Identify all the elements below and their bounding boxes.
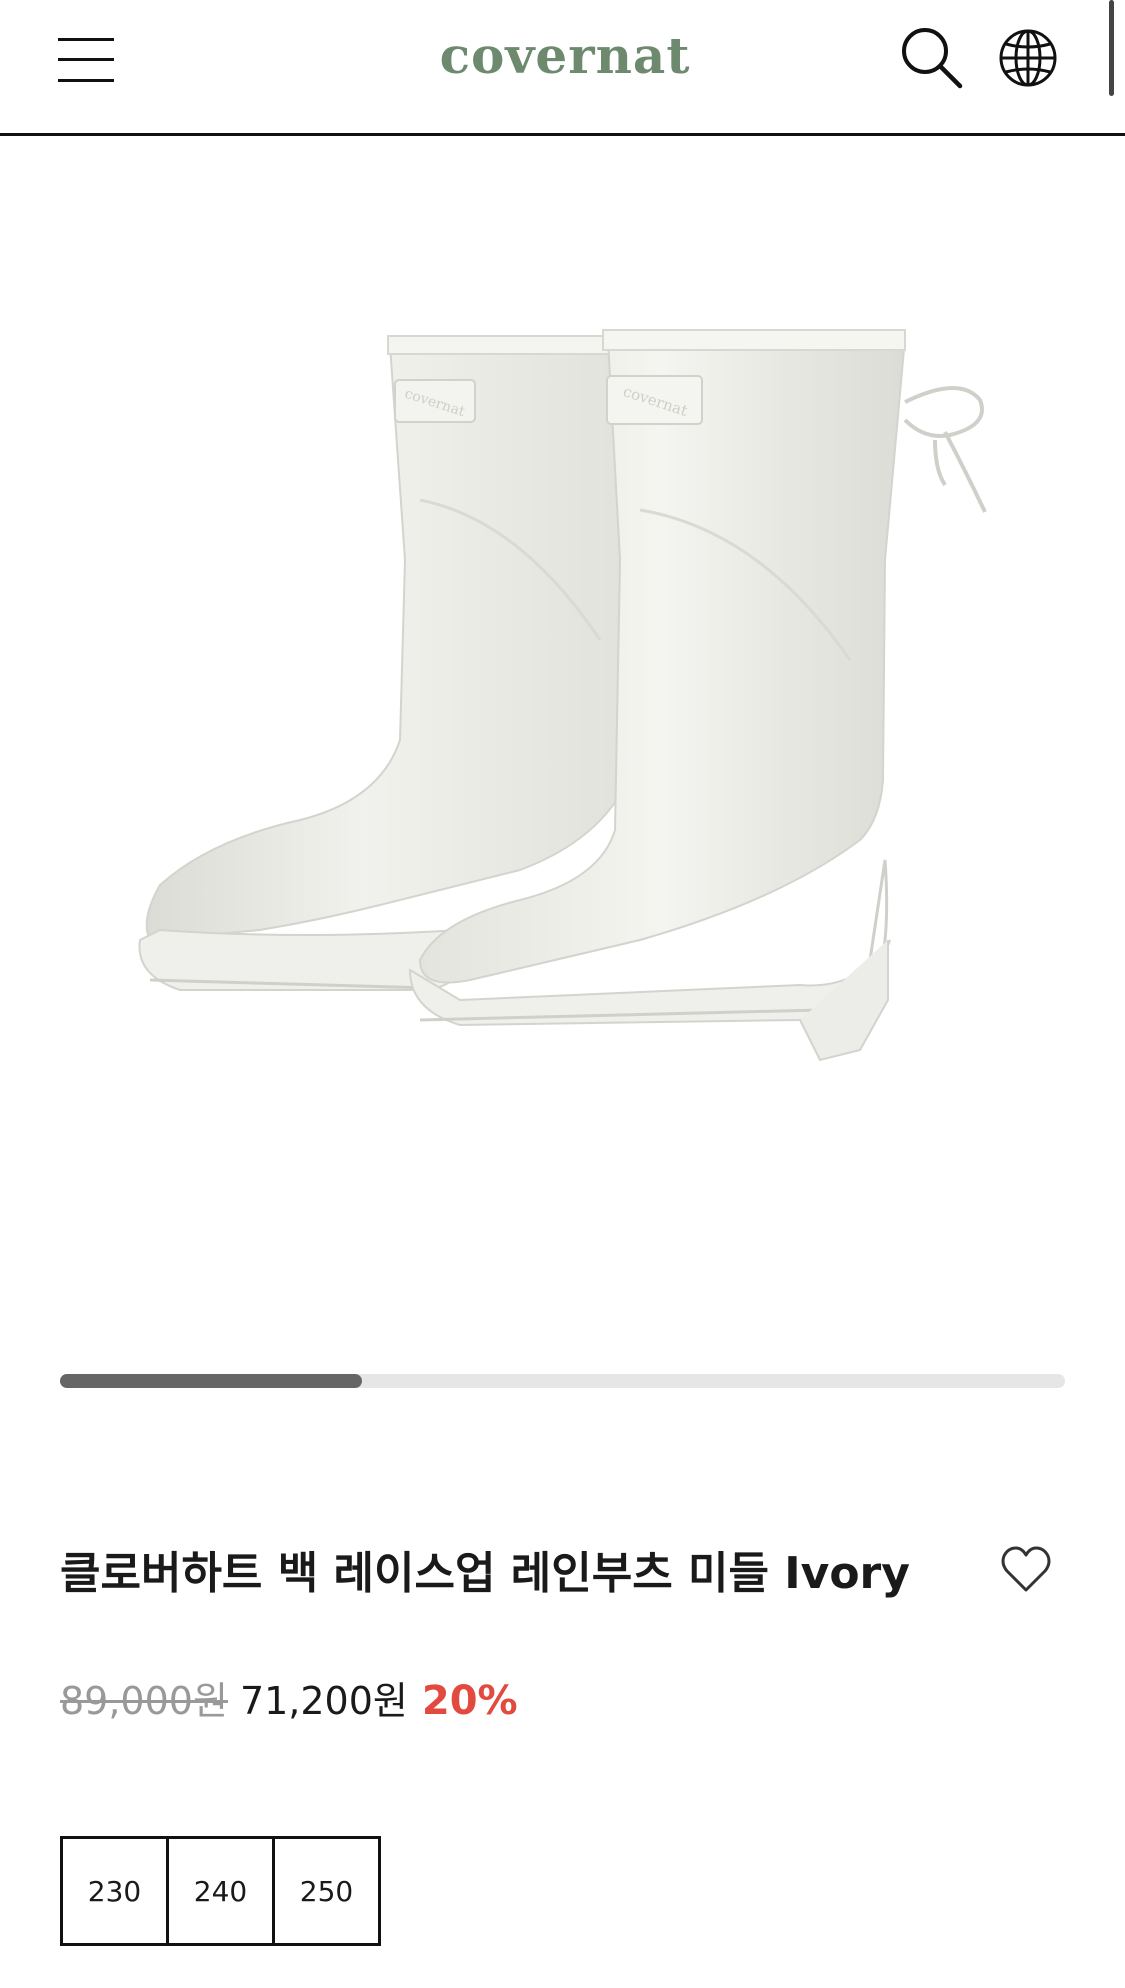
globe-icon[interactable] bbox=[996, 26, 1060, 90]
product-title: 클로버하트 백 레이스업 레인부츠 미들 Ivory bbox=[60, 1548, 910, 1599]
search-icon[interactable] bbox=[898, 24, 964, 90]
size-option-230[interactable]: 230 bbox=[60, 1836, 169, 1946]
brand-logo[interactable]: covernat bbox=[410, 26, 720, 96]
size-option-240[interactable]: 240 bbox=[166, 1836, 275, 1946]
image-carousel-progress[interactable] bbox=[60, 1374, 1065, 1388]
size-options: 230 240 250 bbox=[60, 1836, 381, 1946]
size-option-250[interactable]: 250 bbox=[272, 1836, 381, 1946]
hamburger-menu-icon[interactable] bbox=[58, 36, 116, 86]
product-page: covernat covernat covernat 클로버하트 백 레이스업 … bbox=[0, 0, 1125, 1988]
discount-rate: 20% bbox=[421, 1678, 518, 1724]
sale-price: 71,200원 bbox=[239, 1679, 408, 1723]
price-row: 89,000원 71,200원 20% bbox=[60, 1670, 518, 1726]
top-header: covernat bbox=[0, 0, 1125, 136]
original-price: 89,000원 bbox=[60, 1679, 228, 1723]
product-image[interactable]: covernat covernat bbox=[0, 140, 1125, 1340]
heart-outline-icon[interactable] bbox=[998, 1542, 1054, 1598]
rain-boots-illustration: covernat covernat bbox=[138, 329, 987, 1062]
scrollbar[interactable] bbox=[1109, 0, 1114, 96]
carousel-progress-thumb[interactable] bbox=[60, 1374, 362, 1388]
